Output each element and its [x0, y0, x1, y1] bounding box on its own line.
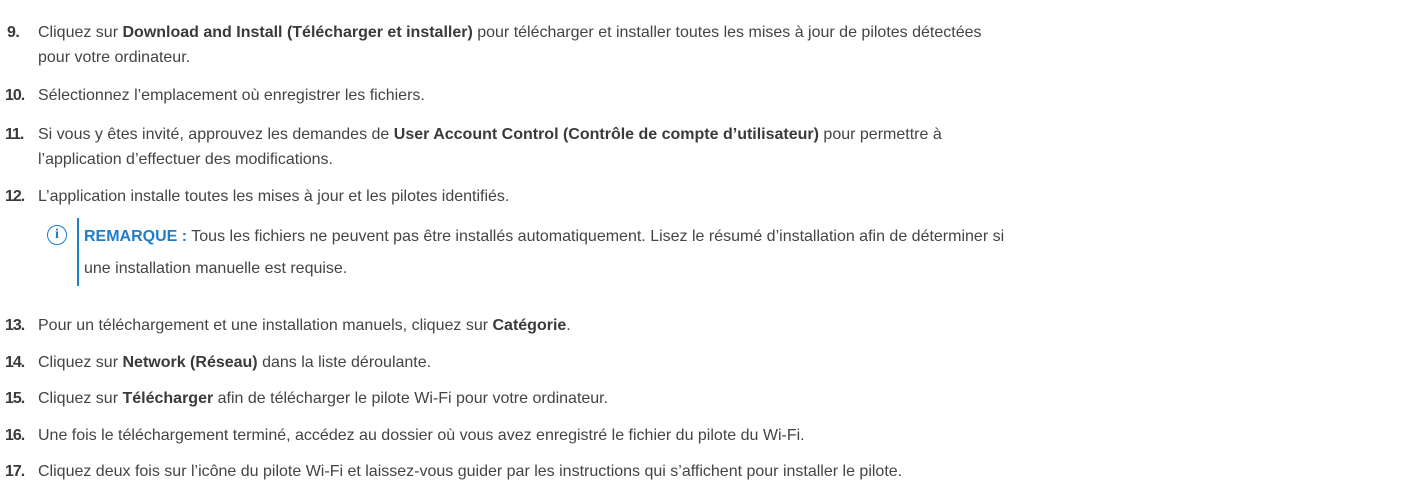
ui-term: Télécharger — [122, 390, 214, 407]
ui-term: Download and Install (Télécharger et ins… — [122, 24, 473, 41]
step-text: Cliquez deux fois sur l’icône du pilote … — [38, 463, 903, 480]
step-number: 11. — [5, 126, 24, 143]
ui-term: User Account Control (Contrôle de compte… — [393, 126, 819, 143]
step-number: 9. — [7, 24, 20, 41]
ui-term: Network (Réseau) — [122, 354, 258, 371]
step-number: 14. — [5, 354, 25, 371]
note-label: REMARQUE : — [84, 228, 188, 245]
step-text: Pour un téléchargement et une installati… — [38, 317, 571, 334]
info-icon: i — [47, 225, 67, 245]
ui-term: Catégorie — [492, 317, 567, 334]
note-text: REMARQUE : Tous les fichiers ne peuvent … — [84, 228, 1005, 277]
step-text: Cliquez sur Télécharger afin de téléchar… — [38, 390, 609, 407]
note-box: i REMARQUE : Tous les fichiers ne peuven… — [43, 218, 1383, 286]
step-number: 12. — [5, 188, 25, 205]
step-text: Une fois le téléchargement terminé, accé… — [38, 427, 805, 444]
step-number: 10. — [5, 87, 25, 104]
step-text: L’application installe toutes les mises … — [38, 188, 510, 205]
step-text: Cliquez sur Download and Install (Téléch… — [38, 24, 982, 66]
step-text: Si vous y êtes invité, approuvez les dem… — [38, 126, 942, 168]
step-number: 13. — [5, 317, 25, 334]
step-number: 17. — [5, 463, 25, 480]
step-number: 16. — [5, 427, 25, 444]
step-text: Sélectionnez l’emplacement où enregistre… — [38, 87, 425, 104]
step-text: Cliquez sur Network (Réseau) dans la lis… — [38, 354, 432, 371]
note-divider — [77, 218, 79, 286]
step-number: 15. — [5, 390, 25, 407]
